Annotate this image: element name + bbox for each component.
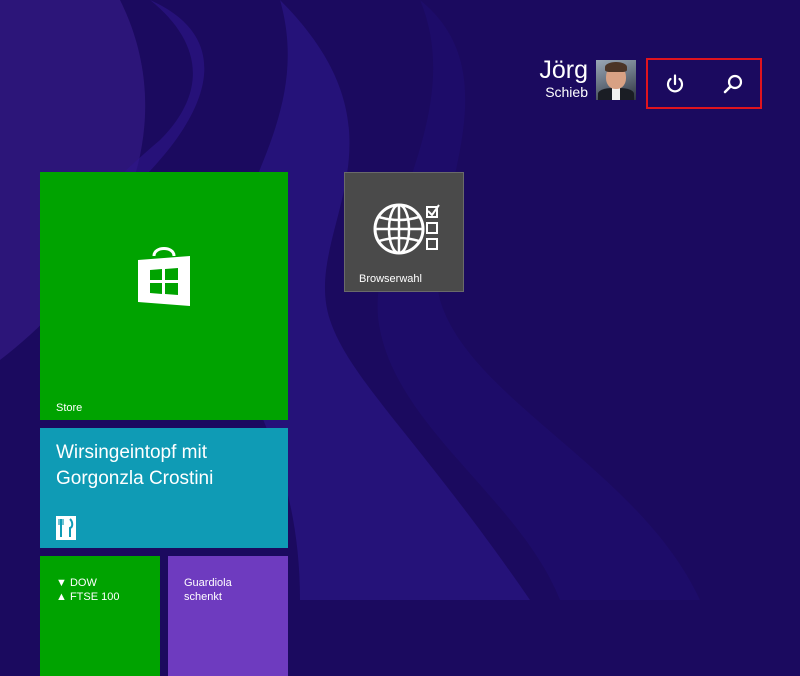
tile-finance[interactable]: ▼ DOW ▲ FTSE 100	[40, 556, 160, 676]
tile-store[interactable]: Store	[40, 172, 288, 420]
sport-line-1: Guardiola	[184, 577, 232, 589]
search-button[interactable]	[716, 68, 750, 100]
tile-browserwahl-label: Browserwahl	[359, 273, 422, 285]
globe-checklist-icon	[373, 203, 440, 255]
fork-knife-icon	[56, 516, 76, 540]
tile-sport[interactable]: Guardiola schenkt	[168, 556, 288, 676]
finance-line-2: ▲ FTSE 100	[56, 591, 120, 603]
user-account[interactable]: Jörg Schieb	[539, 56, 588, 100]
user-first-name: Jörg	[539, 56, 588, 84]
power-icon	[666, 74, 684, 93]
tile-recipe[interactable]: Wirsingeintopf mit Gorgonzla Crostini	[40, 428, 288, 548]
user-last-name: Schieb	[545, 84, 588, 100]
tile-store-label: Store	[56, 402, 83, 414]
recipe-title: Wirsingeintopf mit Gorgonzla Crostini	[56, 442, 214, 489]
search-icon	[723, 74, 743, 94]
tile-browserwahl[interactable]: Browserwahl	[344, 172, 464, 292]
store-bag-icon	[138, 247, 190, 306]
finance-line-1: ▼ DOW	[56, 577, 97, 589]
power-button[interactable]	[658, 68, 692, 100]
highlighted-actions	[646, 58, 762, 109]
sport-line-2: schenkt	[184, 591, 222, 603]
avatar[interactable]	[596, 60, 636, 100]
